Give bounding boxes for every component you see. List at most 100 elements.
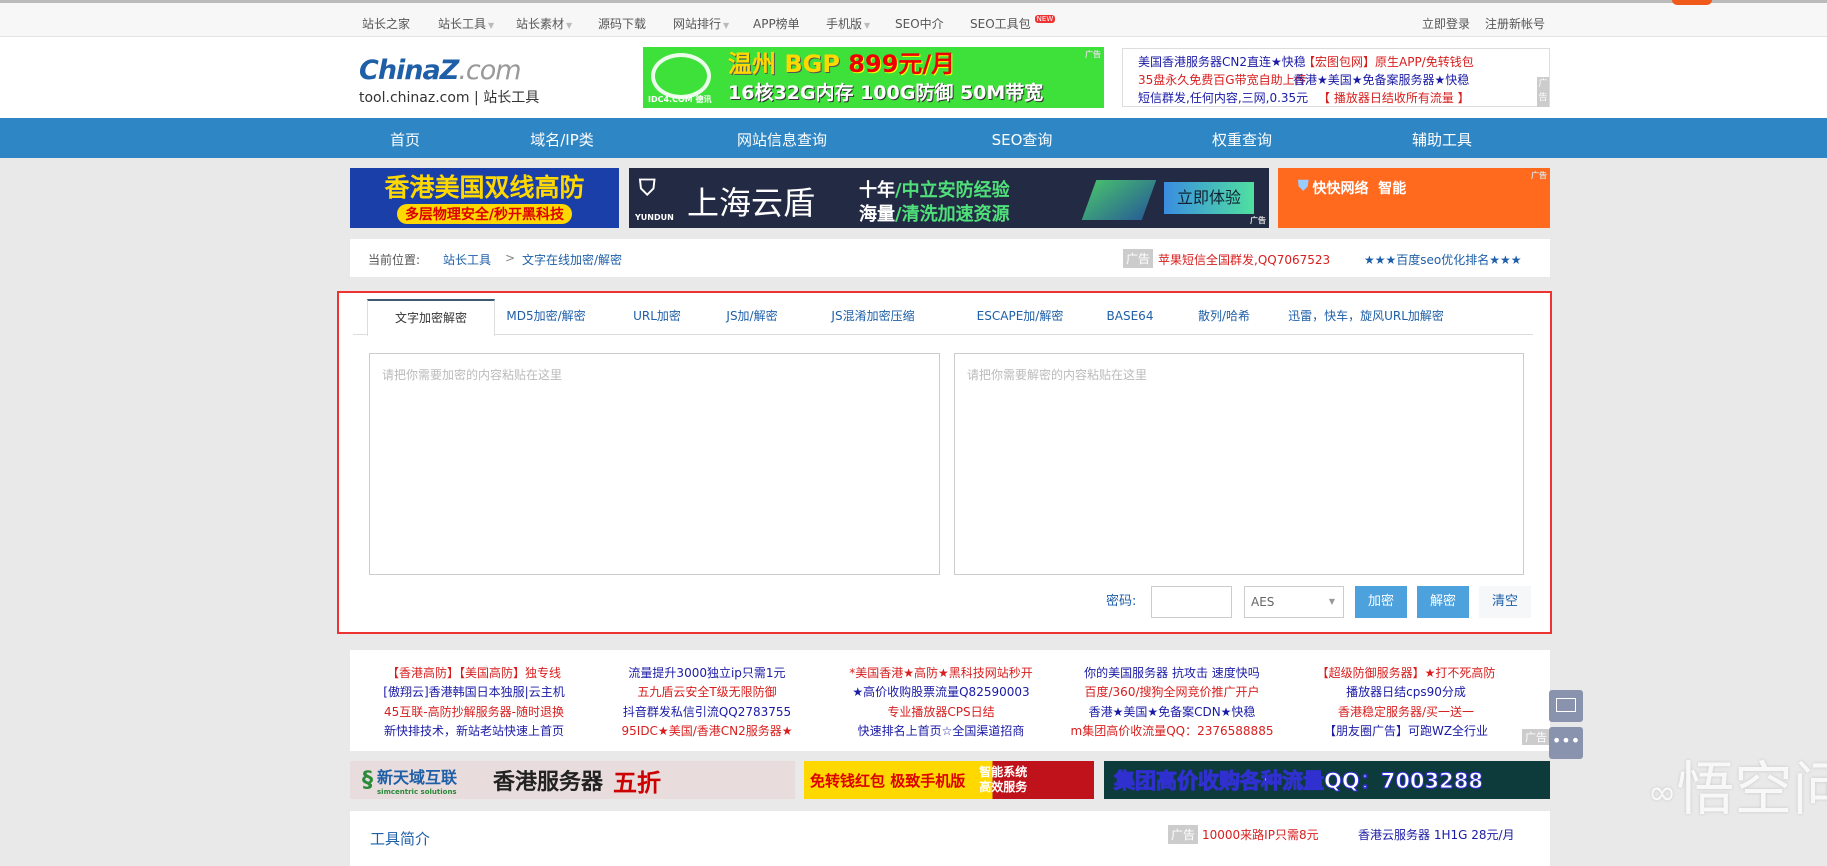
decrypt-button[interactable]: 解密 xyxy=(1417,586,1469,618)
login-link[interactable]: 立即登录 xyxy=(1422,15,1470,32)
text-ad[interactable]: 苹果短信全国群发,QQ7067523 xyxy=(1158,251,1330,268)
caret-down-icon: ▼ xyxy=(864,21,871,30)
text-ad-link[interactable]: 【超级防御服务器】★打不死高防 xyxy=(1317,664,1496,681)
header-banner-ad[interactable]: IDC4.COM 德讯 温州 BGP 899元/月 16核32G内存 100G防… xyxy=(643,47,1104,108)
ad-tag: 广告 xyxy=(1522,729,1550,745)
nav-home[interactable]: 首页 xyxy=(390,129,420,150)
breadcrumb-home-link[interactable]: 站长工具 xyxy=(443,251,491,268)
text-ad[interactable]: 【 播放器日结收所有流量 】 xyxy=(1318,89,1470,106)
tab-url[interactable]: URL加密 xyxy=(633,299,681,335)
text-ad[interactable]: 香港★美国★免备案服务器★快稳 xyxy=(1293,71,1469,88)
register-link[interactable]: 注册新帐号 xyxy=(1485,15,1545,32)
text-ad-link[interactable]: [傲翔云]香港韩国日本独服|云主机 xyxy=(383,683,564,700)
text-ad-link[interactable]: 95IDC★美国/香港CN2服务器★ xyxy=(622,722,793,739)
main-nav: 首页 域名/IP类 网站信息查询 SEO查询 权重查询 辅助工具 xyxy=(0,118,1827,158)
chinaz-logo[interactable]: ChinaZ.com tool.chinaz.com | 站长工具 xyxy=(359,55,539,107)
topnav-item[interactable]: 手机版 ▼ xyxy=(826,15,870,32)
text-ad-link[interactable]: 香港稳定服务器/买一送一 xyxy=(1338,703,1474,720)
tab-base64[interactable]: BASE64 xyxy=(1107,299,1154,335)
ciphertext-input[interactable] xyxy=(954,353,1524,575)
xtyhl-logo-icon: § xyxy=(362,767,373,793)
text-ad-link[interactable]: 百度/360/搜狗全网竞价推广开户 xyxy=(1085,683,1260,700)
text-ad-link[interactable]: 快速排名上首页☆全国渠道招商 xyxy=(858,722,1025,739)
text-ad-link[interactable]: 抖音群发私信引流QQ2783755 xyxy=(623,703,791,720)
tab-text-encrypt[interactable]: 文字加密解密 xyxy=(367,299,495,336)
ad-tag: 广告 xyxy=(1168,825,1199,844)
password-input[interactable] xyxy=(1151,586,1232,618)
text-ad-links: 【香港高防】【美国高防】独专线 [傲翔云]香港韩国日本独服|云主机 45互联-高防抄… xyxy=(350,650,1550,751)
topnav-item[interactable]: 站长工具 ▼ xyxy=(438,15,494,32)
encrypt-button[interactable]: 加密 xyxy=(1355,586,1407,618)
text-ad-link[interactable]: 播放器日结cps90分成 xyxy=(1346,683,1466,700)
text-ad[interactable]: 10000来路IP只需8元 xyxy=(1202,826,1319,843)
message-icon xyxy=(1556,698,1576,712)
encrypt-tool-panel: 文字加密解密 MD5加密/解密 URL加密 JS加/解密 JS混淆加密压缩 ES… xyxy=(337,291,1552,634)
text-ad[interactable]: 35盘永久免费百G带宽自助上传 xyxy=(1138,71,1307,88)
text-ad-link[interactable]: 香港★美国★免备案CDN★快稳 xyxy=(1089,703,1256,720)
ad-banner-xtyhl[interactable]: § 新天域互联 simcentric solutions 香港服务器 五折 xyxy=(350,761,795,799)
ad-text: 香港美国双线高防 xyxy=(384,173,585,202)
nav-weight[interactable]: 权重查询 xyxy=(1212,129,1272,150)
tab-thunder-url[interactable]: 迅雷，快车，旋风URL加解密 xyxy=(1288,299,1444,335)
feedback-button[interactable] xyxy=(1549,690,1583,722)
intro-title: 工具简介 xyxy=(370,830,431,848)
breadcrumb: 当前位置: 站长工具 > 文字在线加密/解密 广告 苹果短信全国群发,QQ706… xyxy=(350,239,1550,277)
clear-button[interactable]: 清空 xyxy=(1479,586,1531,618)
text-ad-link[interactable]: 专业播放器CPS日结 xyxy=(887,703,994,720)
text-ad-link[interactable]: 你的美国服务器 抗攻击 速度快吗 xyxy=(1084,664,1260,681)
nav-tools[interactable]: 辅助工具 xyxy=(1412,129,1472,150)
text-ad-link[interactable]: ★高价收购股票流量Q82590003 xyxy=(852,683,1029,700)
banner-brand: IDC4.COM 德讯 xyxy=(648,95,712,104)
plaintext-input[interactable] xyxy=(369,353,940,575)
tab-hash[interactable]: 散列/哈希 xyxy=(1198,299,1250,335)
ad-tag: 广告 xyxy=(1537,77,1549,107)
new-badge: NEW xyxy=(1034,15,1056,23)
topnav-item[interactable]: 网站排行 ▼ xyxy=(673,15,729,32)
text-ad-link[interactable]: 【香港高防】【美国高防】独专线 xyxy=(387,664,561,681)
ad-banner-yundun[interactable]: ⛉ YUNDUN 上海云盾 十年/中立安防经验 海量/清洗加速资源 立即体验 广… xyxy=(629,168,1269,228)
ad-banner-redpacket[interactable]: 免转钱红包 极致手机版 智能系统 高效服务 xyxy=(804,761,1094,799)
cube-graphic-icon xyxy=(1081,180,1157,220)
algorithm-select[interactable]: AES ▼ xyxy=(1244,586,1344,618)
ad-text: 多层物理安全/秒开黑科技 xyxy=(396,204,573,224)
top-bar: 站长之家 站长工具 ▼ 站长素材 ▼ 源码下载 网站排行 ▼ APP榜单 手机版 ▼ S… xyxy=(0,0,1827,37)
nav-site-info[interactable]: 网站信息查询 xyxy=(737,129,827,150)
topnav-item[interactable]: 站长素材 ▼ xyxy=(516,15,572,32)
topnav-item[interactable]: SEO中介 xyxy=(895,15,944,32)
logo-subtitle: tool.chinaz.com | 站长工具 xyxy=(359,90,540,106)
ad-banner-kuaikuai[interactable]: ⛊ 快快网络 智能 广告 xyxy=(1278,168,1550,228)
ad-banner-hk-us[interactable]: 香港美国双线高防 多层物理安全/秒开黑科技 xyxy=(350,168,619,228)
more-button[interactable]: ••• xyxy=(1549,727,1583,759)
tool-tabs: 文字加密解密 MD5加密/解密 URL加密 JS加/解密 JS混淆加密压缩 ES… xyxy=(353,299,1533,336)
text-ad-link[interactable]: 五九盾云安全T级无限防御 xyxy=(637,683,776,700)
ad-text: YUNDUN xyxy=(635,213,674,222)
breadcrumb-current: 文字在线加密/解密 xyxy=(522,253,623,267)
caret-down-icon: ▼ xyxy=(723,21,730,30)
tab-md5[interactable]: MD5加密/解密 xyxy=(506,299,585,335)
text-ad[interactable]: 短信群发,任何内容,三网,0.35元 xyxy=(1138,89,1308,106)
text-ad[interactable]: ★★★百度seo优化排名★★★ xyxy=(1364,251,1522,268)
nav-seo[interactable]: SEO查询 xyxy=(992,129,1053,150)
tab-escape[interactable]: ESCAPE加/解密 xyxy=(977,299,1064,335)
tab-js[interactable]: JS加/解密 xyxy=(726,299,777,335)
algorithm-value: AES xyxy=(1251,595,1275,609)
text-ad-link[interactable]: m集团高价收流量QQ：2376588885 xyxy=(1071,722,1274,739)
text-ad-link[interactable]: 新快排技术，新站老站快速上首页 xyxy=(384,722,564,739)
text-ad-link[interactable]: 流量提升3000独立ip只需1元 xyxy=(628,664,785,681)
try-now-button[interactable]: 立即体验 xyxy=(1164,182,1254,214)
text-ad[interactable]: 【宏图包网】原生APP/免转钱包 xyxy=(1303,53,1474,70)
text-ad[interactable]: 香港云服务器 1H1G 28元/月 xyxy=(1358,826,1515,843)
nav-domain-ip[interactable]: 域名/IP类 xyxy=(530,129,594,150)
text-ad[interactable]: 美国香港服务器CN2直连★快稳 xyxy=(1138,53,1306,70)
text-ad-link[interactable]: 45互联-高防抄解服务器-随时退换 xyxy=(384,703,564,720)
tab-js-obfuscate[interactable]: JS混淆加密压缩 xyxy=(831,299,914,335)
caret-down-icon: ▼ xyxy=(566,21,573,30)
topnav-label: SEO中介 xyxy=(895,17,944,31)
topnav-item[interactable]: 站长之家 xyxy=(362,15,410,32)
topnav-item[interactable]: APP榜单 xyxy=(753,15,800,32)
text-ad-link[interactable]: *美国香港★高防★黑科技网站秒开 xyxy=(849,664,1033,681)
topnav-item[interactable]: 源码下载 xyxy=(598,15,646,32)
topnav-item[interactable]: SEO工具包 NEW xyxy=(970,15,1056,32)
ad-banner-traffic[interactable]: 集团高价收购各种流量QQ：7003288 xyxy=(1104,761,1550,799)
text-ad-link[interactable]: 【朋友圈广告】可跑WZ全行业 xyxy=(1324,722,1488,739)
